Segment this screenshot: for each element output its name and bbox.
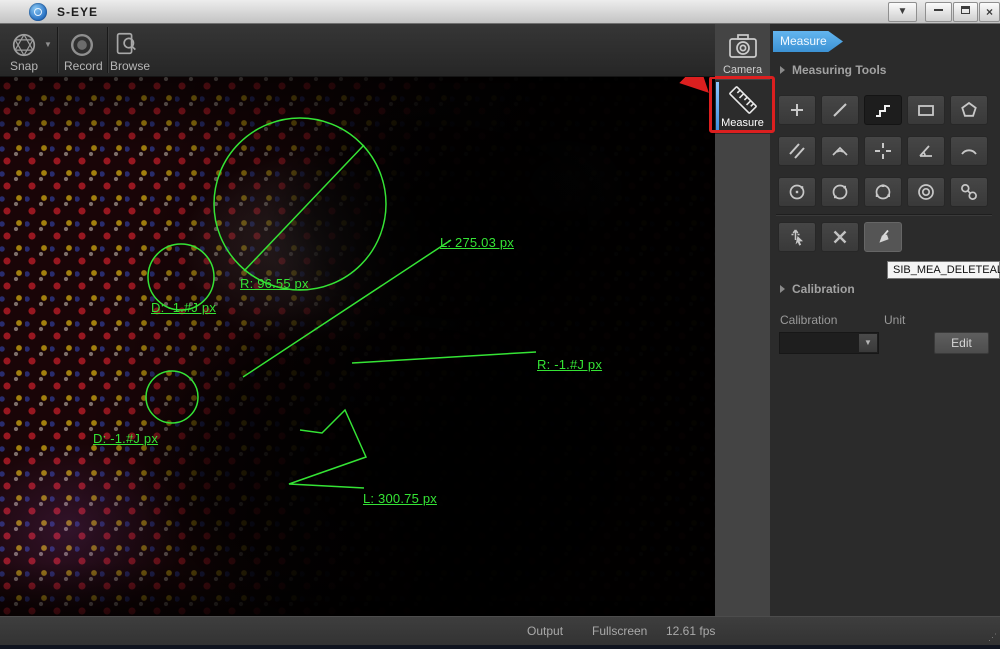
- tool-circle-center-button[interactable]: [778, 177, 816, 207]
- calibration-field-label: Calibration: [780, 313, 837, 327]
- tool-perpendicular-button[interactable]: [821, 136, 859, 166]
- calibration-title: Calibration: [792, 282, 855, 296]
- chevron-down-icon: ▼: [864, 338, 872, 347]
- measurement-label: R: 96.55 px: [240, 276, 309, 291]
- measure-panel: Measure Measuring Tools: [770, 24, 1000, 616]
- tool-select-move-button[interactable]: [778, 222, 816, 252]
- tab-measure[interactable]: Measure: [715, 80, 770, 134]
- tool-two-circles-button[interactable]: [950, 177, 988, 207]
- window-title: S-EYE: [57, 5, 98, 19]
- record-button[interactable]: Record: [64, 24, 104, 77]
- tool-delete-button[interactable]: [821, 222, 859, 252]
- calibration-header[interactable]: Calibration: [780, 282, 855, 296]
- section-expand-icon: [780, 66, 785, 74]
- delete-x-icon: [830, 227, 850, 247]
- arc-icon: [959, 141, 979, 161]
- delete-all-broom-icon: [873, 227, 893, 247]
- statusbar-fullscreen[interactable]: Fullscreen: [592, 624, 647, 638]
- tool-circle-3points-button[interactable]: [864, 177, 902, 207]
- edit-button[interactable]: Edit: [934, 332, 989, 354]
- circle-3points-icon: [873, 182, 893, 202]
- perpendicular-icon: [830, 141, 850, 161]
- tool-circle-2points-button[interactable]: [821, 177, 859, 207]
- camera-icon: [727, 30, 759, 62]
- angle-icon: [916, 141, 936, 161]
- statusbar: Output Fullscreen 12.61 fps ⋰: [0, 616, 1000, 645]
- tool-polygon-button[interactable]: [950, 95, 988, 125]
- ruler-icon: [725, 82, 761, 118]
- select-move-icon: [787, 227, 807, 247]
- aperture-icon: [10, 31, 38, 59]
- resize-grip[interactable]: ⋰: [988, 632, 997, 643]
- maximize-icon: [961, 6, 970, 14]
- tool-arc-button[interactable]: [950, 136, 988, 166]
- window-menu-button[interactable]: ▼: [888, 2, 917, 22]
- statusbar-output[interactable]: Output: [527, 624, 563, 638]
- titlebar: S-EYE ▼ ×: [0, 0, 1000, 24]
- panel-banner: Measure: [773, 31, 843, 52]
- statusbar-fps: 12.61 fps: [666, 624, 715, 638]
- measurement-label: D: -1.#J px: [151, 300, 216, 315]
- polyline-icon: [873, 100, 893, 120]
- combo-arrow-button[interactable]: ▼: [859, 334, 877, 352]
- tool-delete-all-button[interactable]: [864, 222, 902, 252]
- chevron-down-icon: ▼: [898, 6, 908, 17]
- tooltip: SIB_MEA_DELETEALL: [887, 261, 1000, 279]
- tool-polyline-button[interactable]: [864, 95, 902, 125]
- line-icon: [830, 100, 850, 120]
- section-expand-icon: [780, 285, 785, 293]
- record-icon: [68, 31, 96, 59]
- tool-concentric-circles-button[interactable]: [907, 177, 945, 207]
- measurement-label: L: 275.03 px: [440, 235, 514, 250]
- toolbar-separator: [57, 27, 59, 73]
- circle-2points-icon: [830, 182, 850, 202]
- browse-label: Browse: [110, 59, 150, 73]
- snap-label: Snap: [10, 59, 38, 73]
- two-circles-icon: [959, 182, 979, 202]
- measurement-label: R: -1.#J px: [537, 357, 602, 372]
- point-icon: [787, 100, 807, 120]
- measurement-label: L: 300.75 px: [363, 491, 437, 506]
- window-bottom-edge: [0, 645, 1000, 649]
- sidebar-tabstrip: Camera Measure: [715, 24, 770, 616]
- tool-angle-button[interactable]: [907, 136, 945, 166]
- browse-button[interactable]: Browse: [110, 24, 150, 77]
- main-toolbar: ▼ Snap Record Browse: [0, 24, 715, 77]
- measuring-tools-header[interactable]: Measuring Tools: [780, 63, 886, 77]
- image-shadow-layer: [0, 77, 715, 616]
- close-button[interactable]: ×: [979, 2, 1000, 22]
- tab-camera-label: Camera: [715, 64, 770, 76]
- tool-rectangle-button[interactable]: [907, 95, 945, 125]
- crosshair-icon: [873, 141, 893, 161]
- toolbar-separator: [107, 27, 109, 73]
- panel-divider: [776, 214, 992, 216]
- tool-crosshair-button[interactable]: [864, 136, 902, 166]
- record-label: Record: [64, 59, 103, 73]
- circle-center-icon: [787, 182, 807, 202]
- parallel-lines-icon: [787, 141, 807, 161]
- calibration-select[interactable]: ▼: [779, 332, 879, 354]
- camera-lens-icon: [34, 8, 42, 16]
- tab-measure-label: Measure: [715, 117, 770, 129]
- polygon-icon: [959, 100, 979, 120]
- concentric-circles-icon: [916, 182, 936, 202]
- rectangle-icon: [916, 100, 936, 120]
- minimize-icon: [934, 9, 943, 11]
- maximize-button[interactable]: [953, 2, 978, 22]
- close-icon: ×: [986, 5, 993, 19]
- app-logo-icon: [29, 3, 47, 21]
- tool-parallel-lines-button[interactable]: [778, 136, 816, 166]
- measuring-tools-title: Measuring Tools: [792, 63, 886, 77]
- tool-line-button[interactable]: [821, 95, 859, 125]
- minimize-button[interactable]: [925, 2, 952, 22]
- snap-dropdown-caret-icon[interactable]: ▼: [44, 40, 52, 49]
- measurement-label: D: -1.#J px: [93, 431, 158, 446]
- tool-point-button[interactable]: [778, 95, 816, 125]
- snap-button[interactable]: ▼ Snap: [10, 24, 56, 77]
- live-image-canvas[interactable]: [0, 77, 715, 616]
- unit-label: Unit: [884, 313, 905, 327]
- tab-camera[interactable]: Camera: [715, 28, 770, 78]
- browse-icon: [112, 30, 140, 58]
